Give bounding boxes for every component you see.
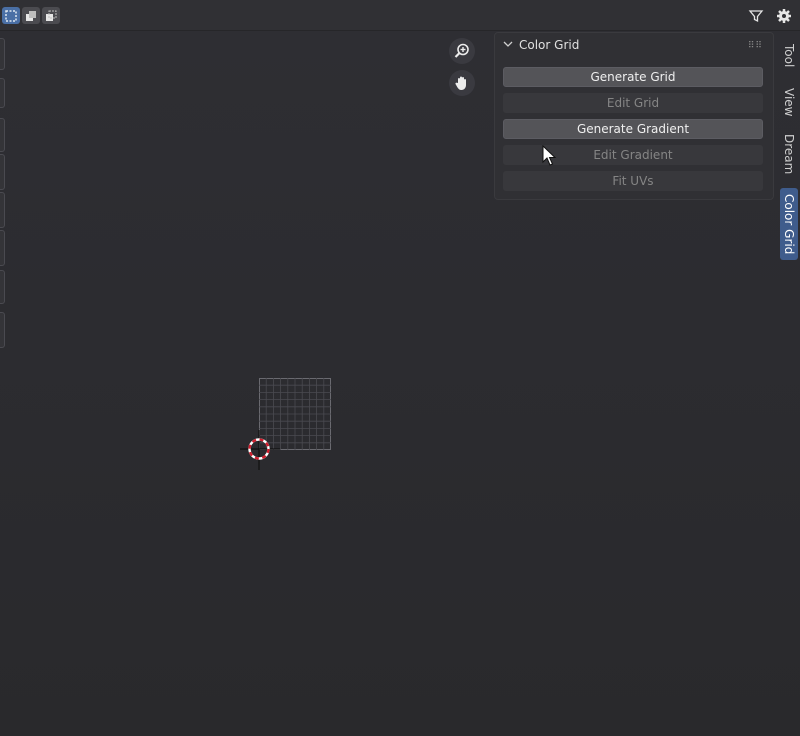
- chevron-down-icon: [503, 38, 515, 52]
- generate-gradient-button[interactable]: Generate Gradient: [503, 119, 763, 139]
- toolbar-tab[interactable]: [0, 38, 5, 70]
- viewport-header: [0, 0, 800, 31]
- toolbar-tab[interactable]: [0, 192, 5, 228]
- tab-color-grid[interactable]: Color Grid: [780, 188, 798, 260]
- panel-title: Color Grid: [519, 38, 580, 52]
- tab-dream[interactable]: Dream: [780, 130, 798, 178]
- toolbar-tab[interactable]: [0, 78, 5, 108]
- select-subtract-icon[interactable]: [42, 7, 60, 24]
- tab-tool[interactable]: Tool: [780, 38, 798, 74]
- select-extend-icon[interactable]: [22, 7, 40, 24]
- toolbar-tab[interactable]: [0, 118, 5, 152]
- toolbar-tab[interactable]: [0, 230, 5, 266]
- fit-uvs-button[interactable]: Fit UVs: [503, 171, 763, 191]
- zoom-icon[interactable]: [449, 38, 475, 64]
- color-grid-panel: Color Grid ⠿⠿ Generate Grid Edit Grid Ge…: [494, 32, 774, 200]
- drag-grip-icon[interactable]: ⠿⠿: [748, 41, 763, 51]
- 3d-cursor-icon[interactable]: [240, 430, 280, 470]
- tab-view[interactable]: View: [780, 84, 798, 120]
- select-box-icon[interactable]: [2, 7, 20, 24]
- mouse-pointer-icon: [542, 145, 557, 166]
- toolbar-tab[interactable]: [0, 270, 5, 304]
- toolbar-tab[interactable]: [0, 312, 5, 348]
- gear-icon[interactable]: [774, 6, 794, 26]
- funnel-icon[interactable]: [746, 6, 766, 26]
- edit-grid-button[interactable]: Edit Grid: [503, 93, 763, 113]
- generate-grid-button[interactable]: Generate Grid: [503, 67, 763, 87]
- select-mode-group: [2, 7, 60, 24]
- toolbar-tab[interactable]: [0, 154, 5, 190]
- hand-icon[interactable]: [449, 70, 475, 96]
- panel-header[interactable]: Color Grid: [495, 33, 773, 57]
